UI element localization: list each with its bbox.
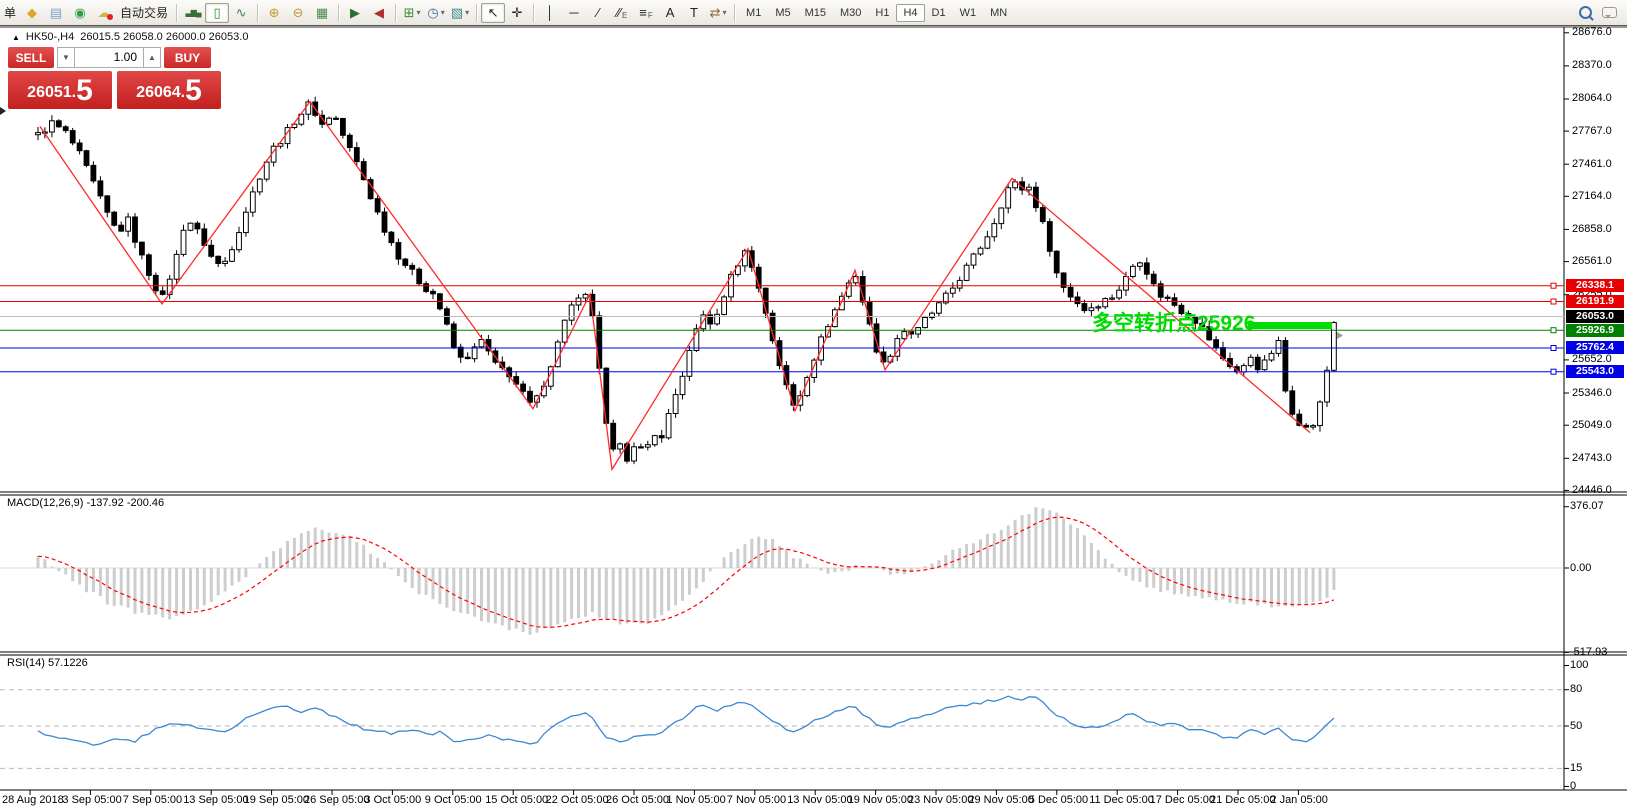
- macd-tick-label: 376.07: [1570, 500, 1604, 513]
- time-tick-label: 29 Nov 05:00: [968, 794, 1034, 806]
- time-tick-label: 19 Nov 05:00: [847, 794, 914, 806]
- volume-input[interactable]: 1.00: [75, 47, 143, 68]
- time-tick-label: 26 Sep 05:00: [304, 794, 370, 806]
- rsi-tick-label: 15: [1570, 761, 1583, 774]
- volume-increase-button[interactable]: ▲: [143, 47, 161, 68]
- rsi-tick-label: 50: [1570, 719, 1583, 732]
- time-tick-label: 1 Nov 05:00: [666, 794, 726, 806]
- buy-price-button[interactable]: 26064 . 5: [117, 71, 221, 109]
- price-tick-label: 28064.0: [1572, 92, 1612, 105]
- time-tick-label: 28 Aug 2018: [2, 794, 64, 806]
- time-tick-label: 13 Sep 05:00: [183, 794, 249, 806]
- time-tick-label: 13 Nov 05:00: [787, 794, 853, 806]
- time-tick-label: 19 Sep 05:00: [243, 794, 310, 806]
- time-tick-label: 5 Dec 05:00: [1028, 794, 1089, 806]
- time-tick-label: 17 Dec 05:00: [1149, 794, 1216, 806]
- price-tick-label: 25652.0: [1572, 353, 1612, 366]
- time-tick-label: 9 Oct 05:00: [424, 794, 482, 806]
- time-tick-label: 26 Oct 05:00: [606, 794, 669, 806]
- trade-panel-collapse-icon[interactable]: [0, 107, 6, 115]
- pivot-annotation: 多空转折点25926: [1092, 312, 1256, 335]
- sell-button[interactable]: SELL: [8, 47, 54, 68]
- time-tick-label: 21 Dec 05:00: [1210, 794, 1276, 806]
- price-tick-label: 27767.0: [1572, 124, 1612, 137]
- sell-price-pip: 5: [76, 74, 93, 107]
- price-tick-label: 27461.0: [1572, 157, 1612, 170]
- time-tick-label: 3 Sep 05:00: [62, 794, 122, 806]
- rsi-tick-label: 100: [1570, 659, 1589, 671]
- buy-price-main: 26064: [136, 84, 181, 101]
- macd-tick-label: 0.00: [1570, 561, 1592, 574]
- time-tick-label: 3 Oct 05:00: [364, 794, 422, 806]
- price-tick-label: 27164.0: [1572, 189, 1612, 202]
- level-price-tag: 26191.9: [1566, 295, 1624, 308]
- time-tick-label: 2 Jan 05:00: [1270, 794, 1328, 806]
- level-price-tag: 25762.4: [1566, 341, 1624, 355]
- time-tick-label: 23 Nov 05:00: [908, 794, 974, 806]
- mt4-window: 单 ◆ ▤ ◉ ☁ 自动交易 ▃▆▄ ▯ ∿ ⊕ ⊖ ▦ ▶ ◀ ⊞ ▾ ◷ ▾ ▧ ▾ ↖ ✛ │ ─ ∕ ∕∕ E ≡ F A T ⇄ ▾ M…: [0, 0, 1627, 809]
- time-tick-label: 15 Oct 05:00: [485, 794, 549, 806]
- price-tick-label: 25049.0: [1572, 418, 1612, 431]
- buy-price-pip: 5: [185, 74, 202, 107]
- sell-price-button[interactable]: 26051 . 5: [8, 71, 112, 109]
- price-tick-label: 25346.0: [1572, 386, 1612, 399]
- macd-tick-label: -517.93: [1570, 645, 1608, 658]
- price-tick-label: 26858.0: [1572, 222, 1612, 235]
- level-price-tag: 26338.1: [1566, 279, 1624, 293]
- buy-button[interactable]: BUY: [164, 47, 211, 68]
- level-price-tag: 25926.9: [1566, 323, 1624, 337]
- price-tick-label: 24446.0: [1572, 483, 1612, 496]
- time-tick-label: 11 Dec 05:00: [1089, 794, 1154, 806]
- one-click-trade-panel: SELL ▼ 1.00 ▲ BUY 26051 . 5 26064 . 5: [8, 47, 222, 109]
- volume-decrease-button[interactable]: ▼: [57, 47, 75, 68]
- sell-price-main: 26051: [27, 84, 72, 101]
- rsi-tick-label: 0: [1570, 780, 1577, 792]
- rsi-tick-label: 80: [1570, 683, 1583, 696]
- current-price-tag: 26053.0: [1566, 310, 1624, 324]
- level-price-tag: 25543.0: [1566, 365, 1624, 379]
- time-tick-label: 7 Nov 05:00: [726, 794, 787, 806]
- price-tick-label: 28370.0: [1572, 59, 1612, 72]
- price-tick-label: 28676.0: [1572, 26, 1612, 39]
- time-tick-label: 22 Oct 05:00: [545, 794, 609, 806]
- time-tick-label: 7 Sep 05:00: [122, 794, 183, 806]
- price-tick-label: 26561.0: [1572, 255, 1612, 268]
- price-tick-label: 24743.0: [1572, 451, 1612, 464]
